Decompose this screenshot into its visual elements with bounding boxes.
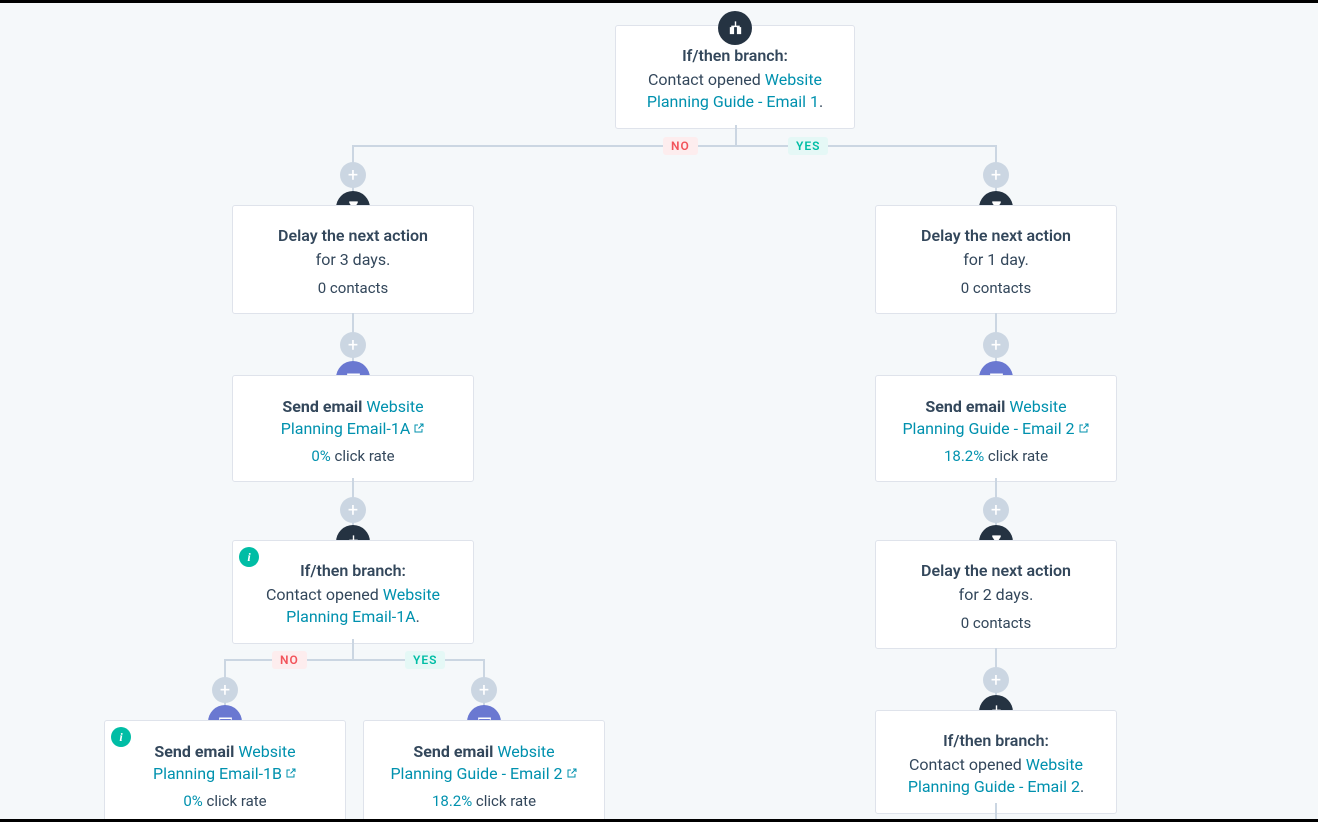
email-node[interactable]: i Send email Website Planning Email-1B 0… bbox=[104, 720, 346, 819]
email-pct: 0% bbox=[183, 792, 202, 810]
delay-body: for 2 days. bbox=[898, 584, 1094, 606]
workflow-canvas[interactable]: If/then branch: Contact opened Website P… bbox=[0, 3, 1318, 819]
email-pre: Send email bbox=[282, 397, 366, 416]
branch-title: If/then branch: bbox=[255, 561, 451, 580]
external-link-icon[interactable] bbox=[413, 418, 425, 430]
branch-text-pre: Contact opened bbox=[909, 755, 1026, 774]
delay-title: Delay the next action bbox=[255, 226, 451, 245]
add-action-button[interactable] bbox=[212, 677, 238, 703]
branch-text-pre: Contact opened bbox=[648, 70, 765, 89]
email-pct: 0% bbox=[311, 447, 330, 465]
email-rate: 18.2% click rate bbox=[386, 792, 582, 810]
add-action-button[interactable] bbox=[983, 497, 1009, 523]
email-rate: 0% click rate bbox=[127, 792, 323, 810]
delay-sub: 0 contacts bbox=[255, 279, 451, 297]
branch-node[interactable]: If/then branch: Contact opened Website P… bbox=[875, 710, 1117, 814]
email-rate-label: click rate bbox=[331, 447, 395, 465]
info-badge[interactable]: i bbox=[239, 547, 259, 567]
connector bbox=[995, 803, 997, 819]
email-text: Send email Website Planning Email-1A bbox=[255, 396, 451, 439]
add-action-button[interactable] bbox=[983, 332, 1009, 358]
email-pre: Send email bbox=[413, 742, 497, 761]
branch-tag-no: NO bbox=[663, 137, 698, 155]
connector bbox=[224, 659, 485, 661]
delay-node[interactable]: Delay the next action for 3 days. 0 cont… bbox=[232, 205, 474, 314]
branch-text: Contact opened Website Planning Email-1A… bbox=[255, 584, 451, 627]
branch-title: If/then branch: bbox=[638, 46, 832, 65]
delay-title: Delay the next action bbox=[898, 226, 1094, 245]
email-rate: 0% click rate bbox=[255, 447, 451, 465]
branch-title: If/then branch: bbox=[898, 731, 1094, 750]
branch-icon bbox=[718, 11, 752, 45]
branch-node[interactable]: i If/then branch: Contact opened Website… bbox=[232, 540, 474, 644]
add-action-button[interactable] bbox=[340, 332, 366, 358]
email-rate-label: click rate bbox=[472, 792, 536, 810]
email-pct: 18.2% bbox=[944, 447, 984, 465]
add-action-button[interactable] bbox=[471, 677, 497, 703]
delay-body: for 1 day. bbox=[898, 249, 1094, 271]
branch-tag-no: NO bbox=[272, 651, 307, 669]
delay-node[interactable]: Delay the next action for 1 day. 0 conta… bbox=[875, 205, 1117, 314]
email-rate: 18.2% click rate bbox=[898, 447, 1094, 465]
email-pct: 18.2% bbox=[432, 792, 472, 810]
branch-text-pre: Contact opened bbox=[266, 585, 383, 604]
email-node[interactable]: Send email Website Planning Guide - Emai… bbox=[363, 720, 605, 819]
branch-text-post: . bbox=[416, 607, 420, 626]
external-link-icon[interactable] bbox=[285, 763, 297, 775]
email-rate-label: click rate bbox=[203, 792, 267, 810]
branch-text-post: . bbox=[1080, 777, 1084, 796]
connector bbox=[735, 125, 737, 145]
email-node[interactable]: Send email Website Planning Email-1A 0% … bbox=[232, 375, 474, 482]
branch-text-post: . bbox=[819, 92, 823, 111]
external-link-icon[interactable] bbox=[1078, 418, 1090, 430]
add-action-button[interactable] bbox=[983, 667, 1009, 693]
add-action-button[interactable] bbox=[340, 497, 366, 523]
delay-node[interactable]: Delay the next action for 2 days. 0 cont… bbox=[875, 540, 1117, 649]
delay-body: for 3 days. bbox=[255, 249, 451, 271]
email-text: Send email Website Planning Guide - Emai… bbox=[898, 396, 1094, 439]
external-link-icon[interactable] bbox=[566, 763, 578, 775]
email-text: Send email Website Planning Guide - Emai… bbox=[386, 741, 582, 784]
branch-tag-yes: YES bbox=[405, 651, 445, 669]
email-pre: Send email bbox=[154, 742, 238, 761]
email-text: Send email Website Planning Email-1B bbox=[127, 741, 323, 784]
email-pre: Send email bbox=[925, 397, 1009, 416]
delay-sub: 0 contacts bbox=[898, 279, 1094, 297]
branch-tag-yes: YES bbox=[788, 137, 828, 155]
email-node[interactable]: Send email Website Planning Guide - Emai… bbox=[875, 375, 1117, 482]
delay-sub: 0 contacts bbox=[898, 614, 1094, 632]
branch-text: Contact opened Website Planning Guide - … bbox=[638, 69, 832, 112]
branch-text: Contact opened Website Planning Guide - … bbox=[898, 754, 1094, 797]
delay-title: Delay the next action bbox=[898, 561, 1094, 580]
info-badge[interactable]: i bbox=[111, 727, 131, 747]
connector bbox=[352, 639, 354, 659]
email-rate-label: click rate bbox=[984, 447, 1048, 465]
